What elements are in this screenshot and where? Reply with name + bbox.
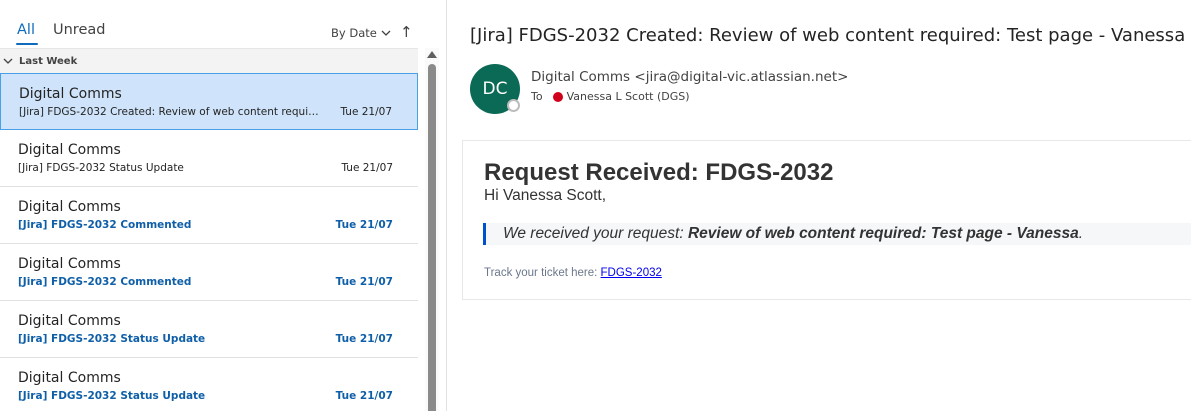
scroll-up-arrow-icon[interactable] [427,51,437,58]
list-item[interactable]: Digital Comms [Jira] FDGS-2032 Created: … [0,73,418,130]
quote-suffix: . [1078,225,1084,242]
message-sender: Digital Comms [18,313,121,329]
message-date: Tue 21/07 [335,219,393,231]
tab-all[interactable]: All [17,22,35,38]
message-date: Tue 21/07 [335,390,393,402]
message-sender: Digital Comms [18,142,121,158]
filter-tabs: All Unread By Date ↑ [0,0,418,48]
list-item[interactable]: Digital Comms [Jira] FDGS-2032 Commented… [0,244,418,301]
message-date: Tue 21/07 [340,106,392,118]
request-title: Request Received: FDGS-2032 [484,159,834,186]
avatar-initials: DC [482,79,508,99]
list-item[interactable]: Digital Comms [Jira] FDGS-2032 Status Up… [0,130,418,187]
track-label: Track your ticket here: [484,267,601,279]
quote-text: We received your request: Review of web … [503,225,1083,243]
scroll-thumb[interactable] [428,64,436,411]
message-date: Tue 21/07 [341,162,393,174]
message-subject: [Jira] FDGS-2032 Created: Review of web … [19,106,319,118]
message-subject: [Jira] FDGS-2032 Status Update [18,390,206,402]
presence-status-icon [507,99,520,112]
recipient-name[interactable]: Vanessa L Scott (DGS) [567,90,690,103]
recipients-row: To Vanessa L Scott (DGS) [531,90,690,103]
message-list-scrollbar[interactable] [425,48,439,411]
sender-address[interactable]: Digital Comms <jira@digital-vic.atlassia… [531,69,848,85]
list-item[interactable]: Digital Comms [Jira] FDGS-2032 Status Up… [0,301,418,358]
tab-all-underline [16,43,38,45]
message-date: Tue 21/07 [335,333,393,345]
quote-prefix: We received your request: [503,225,688,242]
message-subject: [Jira] FDGS-2032 Commented [18,219,192,231]
list-item[interactable]: Digital Comms [Jira] FDGS-2032 Commented… [0,187,418,244]
group-header-last-week[interactable]: Last Week [0,48,418,73]
message-subject: [Jira] FDGS-2032 Status Update [18,333,206,345]
request-quote: We received your request: Review of web … [483,223,1191,245]
message-date: Tue 21/07 [335,276,393,288]
message-sender: Digital Comms [18,256,121,272]
list-item[interactable]: Digital Comms [Jira] FDGS-2032 Status Up… [0,358,418,411]
chevron-down-icon [3,58,13,64]
arrow-up-icon[interactable]: ↑ [400,23,413,41]
message-subject: [Jira] FDGS-2032 Status Update [18,162,184,174]
tab-unread[interactable]: Unread [53,22,105,38]
sort-by-label: By Date [331,26,377,40]
message-sender: Digital Comms [18,199,121,215]
track-ticket-line: Track your ticket here: FDGS-2032 [484,267,662,279]
busy-status-icon [552,91,563,102]
quote-request-name: Review of web content required: Test pag… [687,225,1079,242]
message-subject: [Jira] FDGS-2032 Commented [18,276,192,288]
to-label: To [531,90,543,103]
sort-by-button[interactable]: By Date [331,26,391,40]
email-body: Request Received: FDGS-2032 Hi Vanessa S… [462,140,1191,300]
greeting-text: Hi Vanessa Scott, [484,187,607,204]
message-list-pane: All Unread By Date ↑ Last Week Digital C… [0,0,418,411]
group-label: Last Week [19,55,78,67]
ticket-link[interactable]: FDGS-2032 [601,267,662,279]
message-sender: Digital Comms [19,86,122,102]
message-sender: Digital Comms [18,370,121,386]
reading-pane: [Jira] FDGS-2032 Created: Review of web … [447,0,1191,411]
chevron-down-icon [381,30,391,36]
email-subject: [Jira] FDGS-2032 Created: Review of web … [470,25,1186,46]
